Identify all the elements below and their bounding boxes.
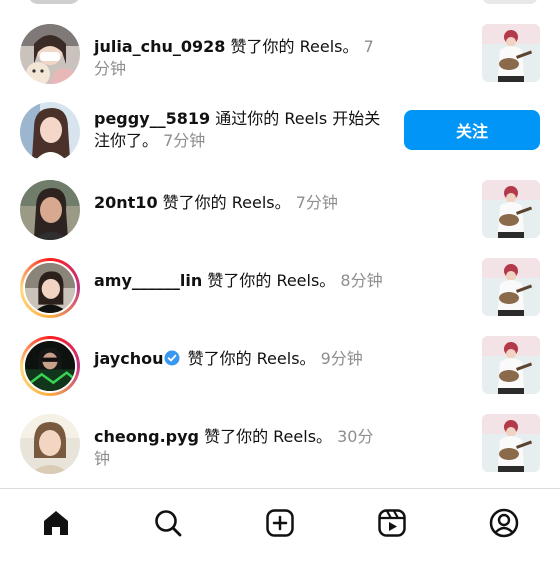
profile-icon (489, 508, 519, 538)
tab-reels[interactable] (372, 503, 412, 543)
list-item[interactable]: 20nt10 赞了你的 Reels。 7分钟 (0, 174, 560, 246)
reel-thumbnail[interactable] (482, 336, 540, 394)
username[interactable]: peggy__5819 (94, 109, 210, 128)
avatar[interactable] (20, 24, 80, 84)
avatar[interactable] (20, 258, 80, 318)
notification-text: julia_chu_0928 赞了你的 Reels。 7分钟 (94, 36, 384, 80)
username[interactable]: 20nt10 (94, 193, 158, 212)
avatar[interactable] (28, 0, 80, 4)
avatar-image (20, 102, 80, 162)
reel-thumbnail-image (482, 414, 540, 472)
notification-text: peggy__5819 通过你的 Reels 开始关注你了。 7分钟 (94, 108, 394, 152)
avatar[interactable] (20, 336, 80, 396)
timestamp: 9分钟 (320, 349, 363, 368)
tab-profile[interactable] (484, 503, 524, 543)
avatar-image (25, 341, 75, 391)
avatar-image (20, 24, 80, 84)
avatar[interactable] (20, 414, 80, 474)
action-text: 赞了你的 Reels。 (182, 349, 316, 368)
list-item[interactable]: amy______lin 赞了你的 Reels。 8分钟 (0, 252, 560, 324)
reel-thumbnail[interactable] (482, 180, 540, 238)
timestamp: 8分钟 (340, 271, 383, 290)
username[interactable]: jaychou (94, 349, 163, 368)
avatar-image (25, 263, 75, 313)
avatar[interactable] (20, 102, 80, 162)
list-item[interactable]: jaychou 赞了你的 Reels。 9分钟 (0, 330, 560, 402)
timestamp: 7分钟 (295, 193, 338, 212)
list-item[interactable]: julia_chu_0928 赞了你的 Reels。 7分钟 (0, 18, 560, 90)
tab-home[interactable] (36, 503, 76, 543)
action-text: 赞了你的 Reels。 (157, 193, 291, 212)
bottom-tab-bar (0, 488, 560, 561)
home-icon (44, 511, 68, 535)
list-item[interactable]: peggy__5819 通过你的 Reels 开始关注你了。 7分钟 关注 (0, 96, 560, 168)
username[interactable]: amy______lin (94, 271, 202, 290)
follow-button[interactable]: 关注 (404, 110, 540, 150)
action-text: 赞了你的 Reels。 (202, 271, 336, 290)
timestamp: 7分钟 (163, 131, 206, 150)
notification-text: cheong.pyg 赞了你的 Reels。 30分钟 (94, 426, 384, 470)
action-text: 赞了你的 Reels。 (198, 427, 333, 446)
reel-thumbnail-image (482, 258, 540, 316)
avatar-image (20, 180, 80, 240)
create-icon (266, 509, 294, 537)
username[interactable]: julia_chu_0928 (94, 37, 225, 56)
reel-thumbnail[interactable] (482, 0, 538, 4)
avatar[interactable] (20, 180, 80, 240)
tab-search[interactable] (148, 503, 188, 543)
reels-icon (378, 509, 406, 537)
search-icon (155, 510, 182, 537)
notification-text: jaychou 赞了你的 Reels。 9分钟 (94, 348, 384, 370)
notification-text: amy______lin 赞了你的 Reels。 8分钟 (94, 270, 384, 292)
reel-thumbnail[interactable] (482, 24, 540, 82)
action-text: 赞了你的 Reels。 (225, 37, 359, 56)
reel-thumbnail-image (482, 180, 540, 238)
list-item[interactable]: cheong.pyg 赞了你的 Reels。 30分钟 (0, 408, 560, 480)
notification-text: 20nt10 赞了你的 Reels。 7分钟 (94, 192, 384, 214)
reel-thumbnail-image (482, 24, 540, 82)
reel-thumbnail-image (482, 336, 540, 394)
reel-thumbnail[interactable] (482, 258, 540, 316)
username[interactable]: cheong.pyg (94, 427, 199, 446)
verified-badge-icon (164, 350, 180, 366)
avatar-image (20, 414, 80, 474)
reel-thumbnail[interactable] (482, 414, 540, 472)
tab-create[interactable] (260, 503, 300, 543)
